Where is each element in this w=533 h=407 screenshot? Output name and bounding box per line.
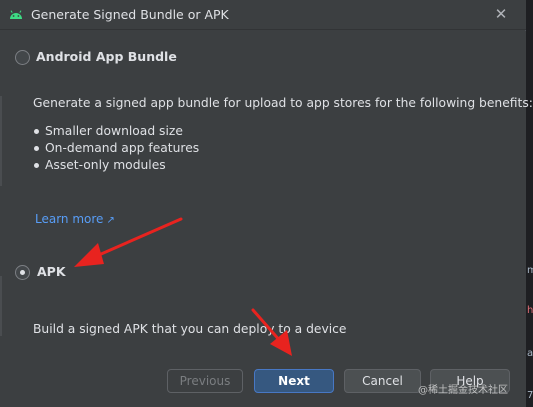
- android-icon: [10, 10, 22, 19]
- dialog-titlebar: Generate Signed Bundle or APK ✕: [0, 0, 526, 30]
- learn-more-label: Learn more: [35, 212, 104, 226]
- external-link-icon: ↗: [106, 215, 115, 226]
- generate-signed-bundle-dialog: Generate Signed Bundle or APK ✕ Android …: [0, 0, 533, 407]
- apk-radio[interactable]: [15, 265, 30, 280]
- list-item: Smaller download size: [34, 123, 199, 140]
- bundle-description: Generate a signed app bundle for upload …: [33, 96, 533, 110]
- left-edge-indicator: [0, 96, 2, 186]
- cancel-button[interactable]: Cancel: [344, 369, 421, 393]
- background-text-fragment: h: [527, 305, 533, 316]
- apk-description: Build a signed APK that you can deploy t…: [33, 322, 347, 336]
- close-icon[interactable]: ✕: [492, 5, 510, 23]
- previous-button[interactable]: Previous: [167, 369, 243, 393]
- background-text-fragment: 7: [527, 390, 533, 401]
- learn-more-link[interactable]: Learn more ↗: [35, 212, 115, 226]
- left-edge-indicator: [0, 276, 2, 336]
- android-app-bundle-radio[interactable]: [15, 50, 30, 65]
- list-item: Asset-only modules: [34, 157, 199, 174]
- list-item: On-demand app features: [34, 140, 199, 157]
- android-app-bundle-label[interactable]: Android App Bundle: [36, 49, 177, 64]
- background-text-fragment: m: [527, 265, 533, 276]
- background-text-fragment: as: [527, 348, 533, 359]
- watermark: @稀土掘金技术社区: [418, 385, 508, 396]
- next-button[interactable]: Next: [254, 369, 334, 393]
- apk-label[interactable]: APK: [37, 264, 66, 279]
- bundle-benefits-list: Smaller download size On-demand app feat…: [34, 123, 199, 174]
- dialog-title: Generate Signed Bundle or APK: [31, 7, 229, 22]
